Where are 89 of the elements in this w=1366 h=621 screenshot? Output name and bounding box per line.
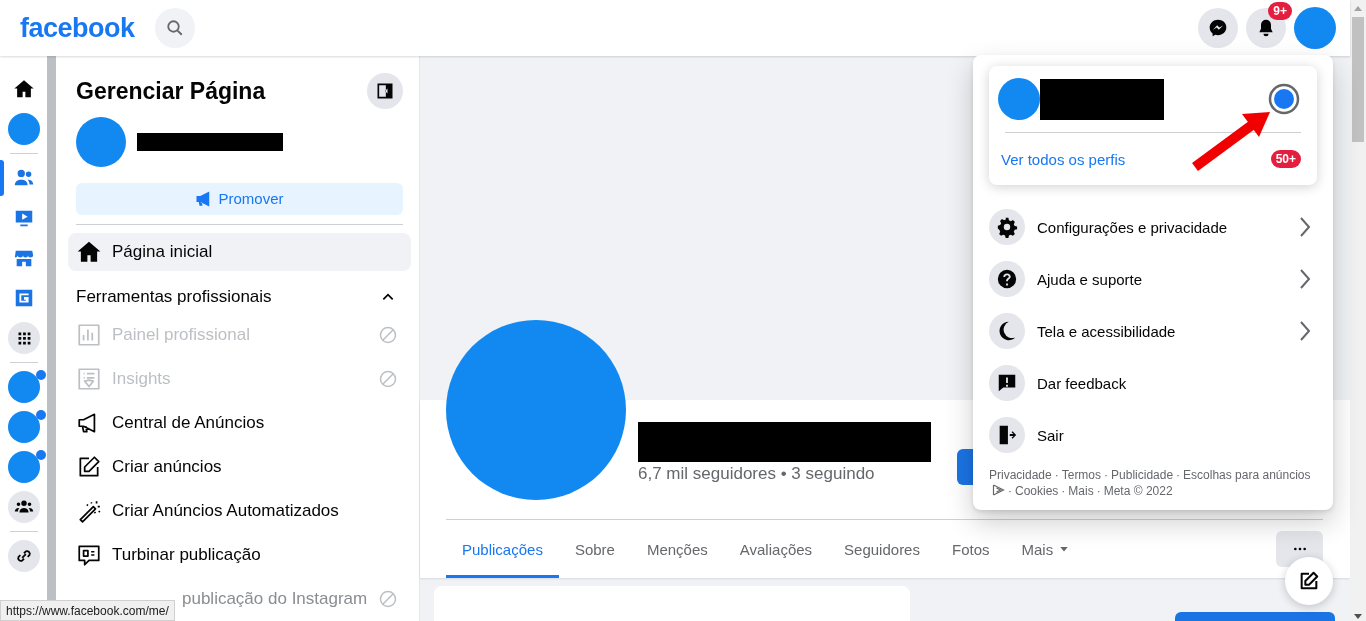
magic-wand-icon: [76, 498, 102, 524]
edit-icon: [76, 454, 102, 480]
unavailable-icon: [379, 326, 397, 344]
view-all-profiles-link[interactable]: Ver todos os perfis: [1001, 150, 1126, 168]
caret-icon: [1059, 544, 1070, 554]
footer-link[interactable]: Publicidade: [1111, 468, 1174, 482]
page-avatar: [76, 117, 126, 167]
scroll-down-icon[interactable]: [1353, 613, 1363, 621]
avatar[interactable]: [998, 78, 1040, 120]
menu-item-label[interactable]: Criar anúncios: [112, 457, 222, 477]
menu-item-label[interactable]: Central de Anúncios: [112, 413, 265, 433]
account-avatar[interactable]: [1294, 7, 1336, 49]
menu-item[interactable]: Sair: [989, 409, 1317, 461]
menu-item[interactable]: Configurações e privacidade: [989, 201, 1317, 253]
notification-badge: 9+: [1268, 2, 1292, 20]
tab[interactable]: Mais: [1005, 520, 1086, 578]
url-tooltip: https://www.facebook.com/me/: [0, 600, 175, 621]
switch-profile-icon[interactable]: [1267, 82, 1301, 116]
edit-icon: [1298, 570, 1320, 592]
scrollbar[interactable]: [1350, 0, 1366, 621]
feedback-icon: [989, 365, 1025, 401]
avatar: [7, 411, 40, 443]
selected-indicator: [0, 160, 4, 196]
unread-dot: [36, 410, 46, 420]
link-icon: [7, 540, 40, 572]
tab[interactable]: Publicações: [446, 520, 559, 578]
menu-item[interactable]: Página inicial: [68, 232, 411, 271]
tab[interactable]: Sobre: [558, 520, 631, 578]
footer-link[interactable]: Privacidade: [989, 468, 1052, 482]
avatar: [7, 113, 40, 145]
avatar: [7, 451, 40, 483]
settings-icon: [989, 209, 1025, 245]
unread-dot: [36, 370, 46, 380]
promote-button[interactable]: Promover: [76, 183, 403, 215]
separator: ·: [1104, 468, 1109, 482]
separator: ·: [1061, 484, 1066, 498]
messenger-button[interactable]: [1198, 8, 1238, 48]
logo[interactable]: facebook: [20, 12, 135, 44]
moon-icon: [989, 313, 1025, 349]
tab[interactable]: Avaliações: [723, 520, 829, 578]
footer-link[interactable]: Termos: [1061, 468, 1102, 482]
chevron-right-icon: [1297, 320, 1313, 342]
chat-bubble-icon: [1208, 18, 1228, 38]
tab[interactable]: Fotos: [935, 520, 1006, 578]
separator: ·: [1008, 484, 1012, 498]
collapse-panel-button[interactable]: [367, 73, 403, 109]
chart-icon: [76, 322, 102, 348]
menu-item[interactable]: Tela e acessibilidade: [989, 305, 1317, 357]
menu-item-label: Configurações e privacidade: [1037, 218, 1228, 236]
menu-item-label[interactable]: Criar Anúncios Automatizados: [112, 501, 339, 521]
footer-link[interactable]: Cookies: [1015, 484, 1059, 498]
menu-item-label: Tela e acessibilidade: [1037, 322, 1176, 340]
menu-item-label: Sair: [1037, 426, 1064, 444]
grid-menu-icon: [7, 322, 40, 354]
group-icon: [7, 491, 40, 523]
menu-item[interactable]: Ajuda e suporte: [989, 253, 1317, 305]
panel-icon: [375, 81, 395, 101]
profiles-badge: 50+: [1270, 150, 1301, 168]
document-icon: [76, 366, 102, 392]
separator: ·: [1054, 468, 1059, 482]
menu-item-label: Ajuda e suporte: [1037, 270, 1143, 288]
footer-link[interactable]: Mais: [1068, 484, 1094, 498]
exit-icon: [989, 417, 1025, 453]
tab[interactable]: Menções: [630, 520, 724, 578]
separator: ·: [1176, 468, 1181, 482]
search-icon: [165, 19, 184, 37]
speech-bubble-icon: [76, 542, 102, 568]
menu-item-label[interactable]: Turbinar publicação: [112, 545, 261, 565]
panel-title: Gerenciar Página: [76, 77, 266, 105]
unread-dot: [36, 450, 46, 460]
help-icon: [989, 261, 1025, 297]
chevron-right-icon: [1297, 268, 1313, 290]
notifications-button[interactable]: [1246, 8, 1286, 48]
menu-item-label: Dar feedback: [1037, 374, 1127, 392]
search-button[interactable]: [154, 8, 195, 48]
section-title: Ferramentas profissionais: [76, 287, 272, 307]
separator: ·: [1096, 484, 1101, 498]
follower-count: 6,7 mil seguidores • 3 seguindo: [638, 464, 876, 484]
chevron-right-icon: [1297, 216, 1313, 238]
scroll-thumb[interactable]: [1352, 17, 1364, 142]
tab[interactable]: Seguidores: [828, 520, 936, 578]
copyright: Meta © 2022: [1103, 484, 1173, 498]
avatar: [7, 371, 40, 403]
menu-item[interactable]: Dar feedback: [989, 357, 1317, 409]
unavailable-icon: [379, 590, 397, 608]
ad-choices-icon[interactable]: [992, 484, 1005, 496]
menu-item-label: Página inicial: [112, 241, 213, 262]
unavailable-icon: [379, 370, 397, 388]
footer-link[interactable]: Escolhas para anúncios: [1183, 468, 1311, 482]
